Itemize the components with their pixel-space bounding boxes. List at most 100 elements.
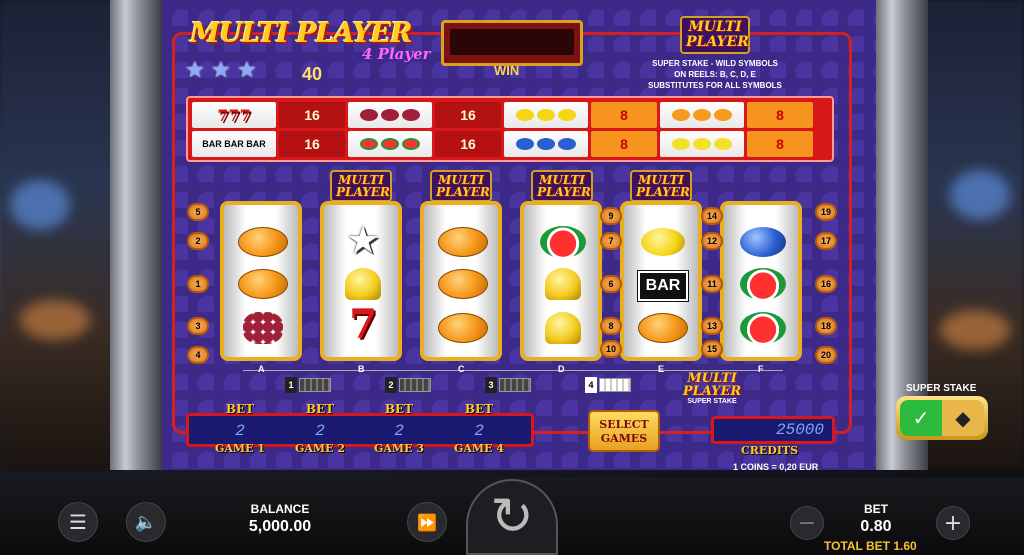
turbo-button[interactable]: ⏩ [407,502,447,542]
hamburger-icon: ☰ [69,510,87,534]
multiplayer-logo: MULTI PLAYER [680,16,750,54]
bet-value: 2 [394,422,404,440]
symbol-seven: 7 [349,300,377,348]
reel-b: ★ 7 [320,201,402,361]
cabinet-pillar-left [110,0,162,470]
bet-game-4[interactable]: BET 2 GAME 4 [444,402,514,455]
star-icon: ★ [237,58,257,83]
symbol-orange [435,223,491,261]
wild-reel-logo: MULTI PLAYER [330,170,392,202]
line-number: 15 [701,340,723,358]
symbol-bell [335,265,391,303]
super-stake-toggle[interactable]: ✓ ◆ [896,396,988,440]
line-number: 20 [815,346,837,364]
reel-letter: D [558,364,565,374]
symbol-orange [635,309,691,347]
line-number: 7 [600,232,622,250]
sound-button[interactable]: 🔈 [126,502,166,542]
symbol-melon [735,265,791,303]
win-display [441,20,583,66]
bet-value: 2 [235,422,245,440]
game-label: GAME 4 [454,442,504,455]
symbol-label: 777 [217,105,251,125]
game-selector-number: 3 [485,377,497,393]
line-number: 1 [187,275,209,293]
credits-label: CREDITS [741,444,799,457]
bet-game-3[interactable]: BET 2 GAME 3 [364,402,434,455]
refresh-icon: ↻ [490,487,534,547]
info-line: SUPER STAKE - WILD SYMBOLS [652,59,778,68]
game-selector-display [599,378,631,392]
reel-d [520,201,602,361]
bet-label: BET [864,502,888,516]
menu-button[interactable]: ☰ [58,502,98,542]
checkmark-icon: ✓ [900,400,942,436]
line-number: 5 [187,203,209,221]
bet-value: 2 [474,422,484,440]
select-games-button[interactable]: SELECT GAMES [588,410,660,452]
bokeh-light [950,170,1010,220]
paytable-symbol-melons [348,131,432,157]
bokeh-light [10,180,70,230]
game-selector-3[interactable]: 3 [485,377,531,393]
bet-label: BET [305,402,335,416]
paytable-value: 16 [435,102,501,128]
bet-label: BET [464,402,494,416]
credits-display: 25000 [711,416,835,444]
reel-letter: E [658,364,665,374]
line-number: 12 [701,232,723,250]
game-selector-display [499,378,531,392]
bet-value: 0.80 [860,518,892,535]
paytable-symbol-777: 777 [192,102,276,128]
reel-letter: B [358,364,365,374]
paytable-row: 777 16 16 8 8 [192,102,828,128]
paytable-row: BAR BAR BAR 16 16 8 8 [192,131,828,157]
increase-bet-button[interactable]: + [936,506,970,540]
reel-c [420,201,502,361]
line-number: 4 [187,346,209,364]
casino-background-left [0,0,120,470]
bet-game-1[interactable]: BET 2 GAME 1 [205,402,275,455]
stars-indicator: ★ ★ ★ [185,60,259,82]
symbol-orange [435,309,491,347]
paytable-symbol-plums [504,131,588,157]
line-number: 11 [701,275,723,293]
reel-a [220,201,302,361]
info-line: ON REELS: B, C, D, E [674,70,756,79]
balance-label: BALANCE [250,502,310,516]
super-stake-logo-caption: SUPER STAKE [687,398,737,405]
symbol-plum [735,223,791,261]
game-selector-4[interactable]: 4 [585,377,631,393]
game-selector-number: 1 [285,377,297,393]
line-number: 16 [815,275,837,293]
game-selector-1[interactable]: 1 [285,377,331,393]
super-stake-logo-text: MULTI PLAYER [682,371,742,399]
symbol-orange [435,265,491,303]
symbol-lemon [635,223,691,261]
paytable-value: 16 [279,102,345,128]
decrease-bet-button[interactable]: − [790,506,824,540]
super-stake-label: SUPER STAKE [906,383,977,394]
symbol-melon [735,309,791,347]
fast-forward-icon: ⏩ [417,512,437,532]
balance-value: 5,000.00 [248,518,312,535]
game-selector-2[interactable]: 2 [385,377,431,393]
diamond-icon: ◆ [942,400,984,436]
paytable-symbol-bars: BAR BAR BAR [192,131,276,157]
star-icon: ★ [211,58,231,83]
reel-letter: A [258,364,265,374]
stars-value: 40 [302,64,323,84]
wild-reel-logo: MULTI PLAYER [430,170,492,202]
game-selector-number: 2 [385,377,397,393]
line-number: 3 [187,317,209,335]
bet-game-2[interactable]: BET 2 GAME 2 [285,402,355,455]
line-number: 17 [815,232,837,250]
super-stake-logo: MULTI PLAYER SUPER STAKE [681,372,743,405]
bokeh-light [20,300,90,340]
symbol-melon [535,223,591,261]
line-number: 19 [815,203,837,221]
minus-icon: − [797,510,817,536]
game-selector-display [299,378,331,392]
total-bet: TOTAL BET 1.60 [824,539,917,553]
line-number: 9 [600,207,622,225]
